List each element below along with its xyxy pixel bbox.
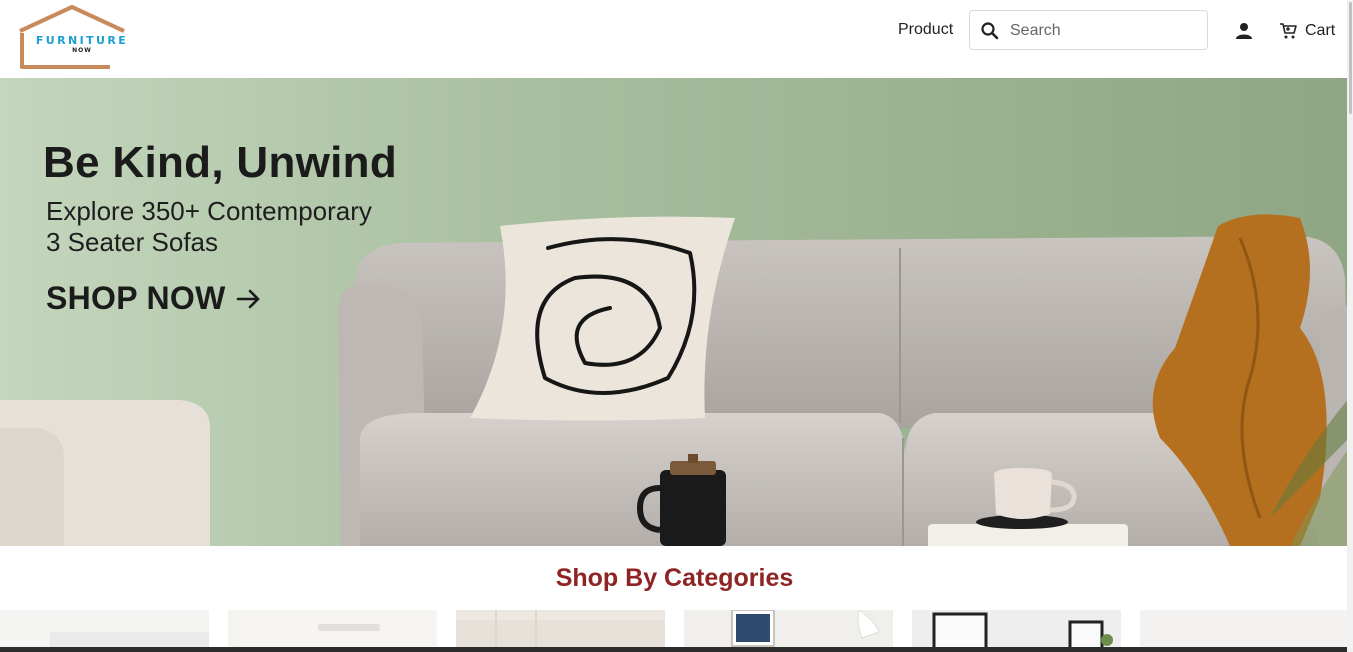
shop-now-button[interactable]: SHOP NOW [46,280,262,317]
categories-row [0,610,1349,652]
hero-banner[interactable]: Be Kind, Unwind Explore 350+ Contemporar… [0,78,1349,546]
category-card[interactable] [456,610,665,652]
page-scrollbar-thumb[interactable] [1349,2,1352,114]
category-image [456,610,665,652]
logo-brand-text: FURNITURE [35,34,129,47]
search-box[interactable] [969,10,1208,50]
category-card[interactable] [684,610,893,652]
hero-subtitle-line-1: Explore 350+ Contemporary [46,196,372,226]
nav-link-product[interactable]: Product [898,21,953,39]
category-card[interactable] [228,610,437,652]
bottom-edge-bar [0,647,1349,652]
category-image [684,610,893,652]
site-header: FURNITURE NOW Product Cart [0,0,1353,78]
category-card[interactable] [1140,610,1349,652]
shop-now-label: SHOP NOW [46,280,226,316]
search-input[interactable] [1010,19,1200,43]
cart-icon [1280,23,1297,39]
arrow-right-icon [236,289,259,308]
category-image [1140,610,1349,652]
category-image [0,610,209,652]
search-icon [981,22,999,40]
category-image [228,610,437,652]
user-icon[interactable] [1235,22,1253,40]
category-card[interactable] [912,610,1121,652]
categories-heading: Shop By Categories [555,564,794,592]
category-image [912,610,1121,652]
cart-button[interactable]: Cart [1279,20,1335,42]
cart-label: Cart [1305,22,1336,39]
hero-subtitle-line-2: 3 Seater Sofas [46,227,218,257]
hero-title: Be Kind, Unwind [43,138,398,187]
logo-sub-text: NOW [72,47,92,54]
category-card[interactable] [0,610,209,652]
site-logo[interactable]: FURNITURE NOW [16,5,144,71]
